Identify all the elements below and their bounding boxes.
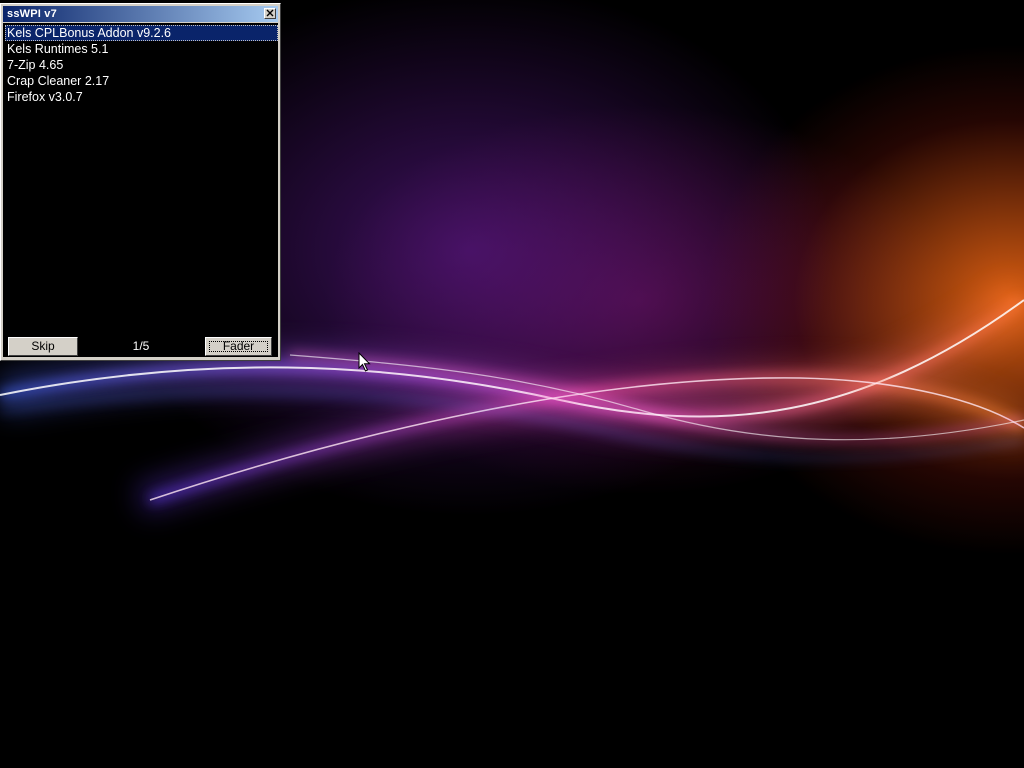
desktop: ssWPI v7 Kels CPLBonus Addon v9.2.6 Kels … bbox=[0, 0, 1024, 768]
sswpi-window: ssWPI v7 Kels CPLBonus Addon v9.2.6 Kels … bbox=[0, 3, 281, 361]
title-bar[interactable]: ssWPI v7 bbox=[3, 6, 278, 22]
install-list-panel: Kels CPLBonus Addon v9.2.6 Kels Runtimes … bbox=[3, 23, 278, 357]
skip-button-label: Skip bbox=[31, 339, 55, 353]
list-item[interactable]: Firefox v3.0.7 bbox=[5, 89, 278, 105]
mouse-cursor-icon bbox=[358, 352, 371, 372]
fader-button-label: Fader bbox=[222, 339, 255, 353]
window-title: ssWPI v7 bbox=[7, 8, 57, 20]
fader-button[interactable]: Fader bbox=[205, 337, 272, 356]
list-item[interactable]: 7-Zip 4.65 bbox=[5, 57, 278, 73]
list-item[interactable]: Kels Runtimes 5.1 bbox=[5, 41, 278, 57]
install-list[interactable]: Kels CPLBonus Addon v9.2.6 Kels Runtimes … bbox=[5, 25, 278, 105]
list-item[interactable]: Kels CPLBonus Addon v9.2.6 bbox=[5, 25, 278, 41]
close-icon bbox=[266, 9, 274, 17]
close-button[interactable] bbox=[264, 8, 276, 19]
skip-button[interactable]: Skip bbox=[8, 337, 78, 356]
progress-counter: 1/5 bbox=[132, 339, 150, 353]
list-item[interactable]: Crap Cleaner 2.17 bbox=[5, 73, 278, 89]
